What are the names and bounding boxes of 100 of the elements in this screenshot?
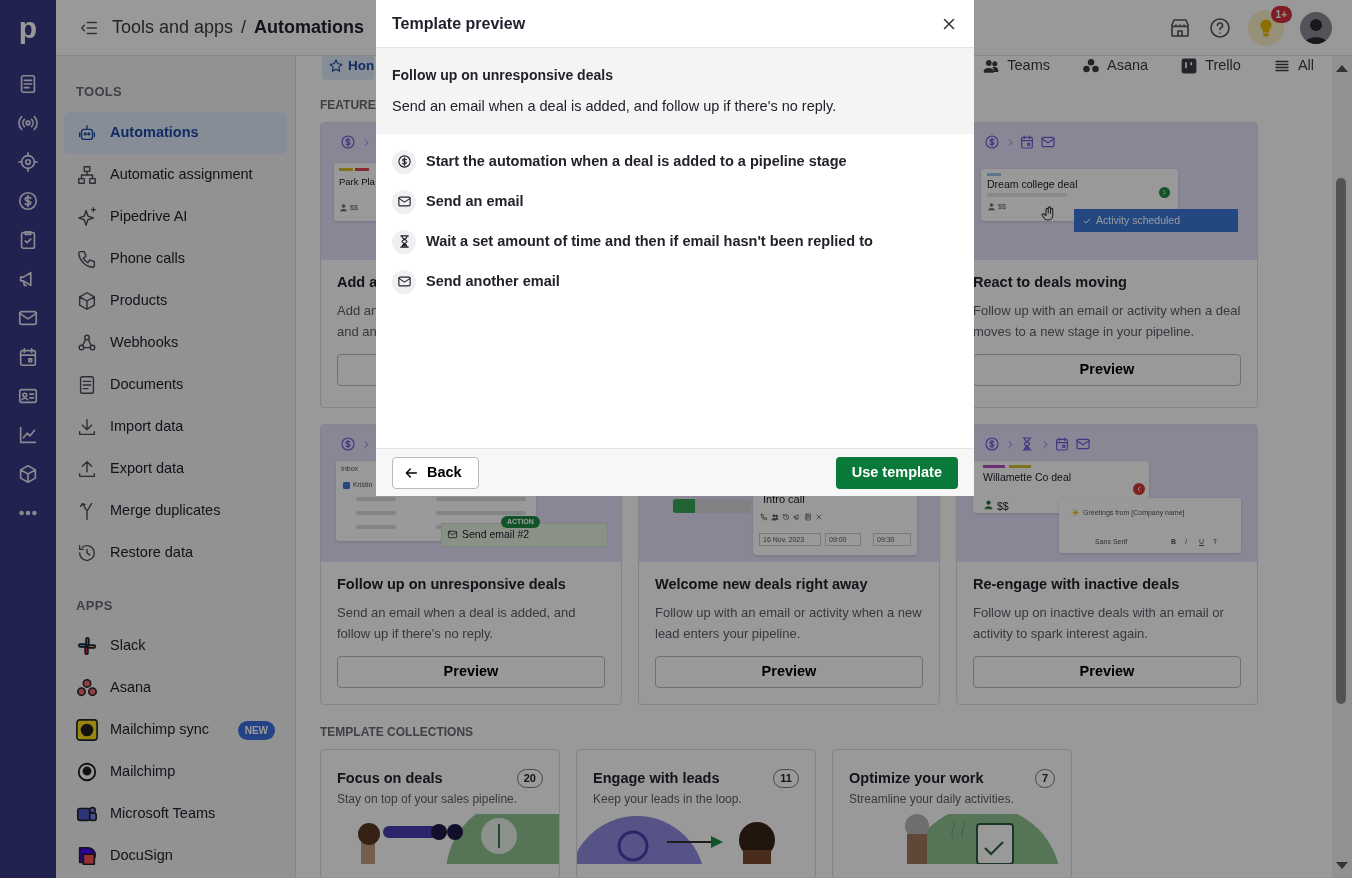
preview-button[interactable]: Preview: [973, 353, 1241, 386]
tab[interactable]: Hon: [322, 56, 375, 80]
tab[interactable]: Trello: [1172, 56, 1249, 80]
step-label: Send another email: [426, 271, 560, 291]
card-description: Follow up with an email or activity when a new lead enters your pipeline.: [655, 603, 923, 643]
section-title: APPS: [75, 596, 114, 615]
sidebar-item[interactable]: Phone calls: [64, 237, 287, 280]
collection-description: Streamline your daily activities.: [849, 791, 1015, 809]
card-title: Welcome new deals right away: [655, 574, 868, 594]
card-description: Send an email when a deal is added, and follow up if there's no reply.: [337, 603, 577, 643]
sidebar-item[interactable]: Webhooks: [64, 321, 287, 364]
card-description: and an: [337, 322, 377, 341]
help-icon[interactable]: [1208, 15, 1232, 40]
collection-card[interactable]: Engage with leads 11 Keep your leads in the loop.: [576, 748, 816, 878]
step-label: Start the automation when a deal is added to a pipeline stage: [426, 151, 847, 171]
board-icon: [1180, 57, 1199, 75]
sidebar-item[interactable]: Merge duplicates: [64, 489, 287, 532]
dollar-icon: [984, 435, 1000, 452]
box-icon[interactable]: [17, 463, 39, 485]
sidebar-item[interactable]: Mailchimp: [64, 751, 287, 793]
app-logo-icon: [76, 845, 98, 867]
clock-icon: [782, 512, 790, 521]
card-title: Follow up on unresponsive deals: [337, 574, 566, 594]
dollar-icon: [984, 134, 1000, 150]
section-title: FEATURE: [320, 97, 376, 114]
sidebar-item[interactable]: Restore data: [64, 531, 287, 574]
breadcrumb-link[interactable]: Tools and apps: [112, 14, 234, 41]
tab[interactable]: Asana: [1074, 56, 1157, 80]
modal-title: Template preview: [392, 13, 526, 34]
section-title: TEMPLATE COLLECTIONS: [320, 723, 474, 741]
section-title: TOOLS: [75, 83, 124, 101]
collection-card[interactable]: Focus on deals 20 Stay on top of your sales pipeline.: [320, 748, 560, 878]
close-icon: [815, 512, 823, 521]
flag-icon: [793, 512, 801, 521]
sidebar-item[interactable]: Slack: [64, 625, 287, 667]
dollar-icon: [392, 149, 416, 174]
collection-description: Stay on top of your sales pipeline.: [337, 791, 519, 809]
calendar-icon: [1054, 435, 1070, 452]
sidebar-item[interactable]: Mailchimp sync NEW: [64, 709, 287, 751]
card-description: Follow up on inactive deals with an email or activity to spark interest again.: [973, 603, 1225, 643]
preview-button[interactable]: Preview: [337, 655, 605, 688]
target-icon[interactable]: [17, 151, 39, 173]
sidebar-item[interactable]: Import data: [64, 405, 287, 448]
chart-icon[interactable]: [17, 424, 39, 446]
scrollbar[interactable]: [1332, 56, 1352, 878]
new-badge: NEW: [237, 720, 275, 740]
tab[interactable]: All: [1264, 56, 1322, 80]
back-button[interactable]: Back: [392, 456, 479, 489]
calendar-icon[interactable]: [17, 346, 39, 368]
tab[interactable]: Teams: [974, 56, 1058, 80]
notification-badge: 1+: [1270, 5, 1292, 23]
dollar-icon: [340, 435, 356, 452]
dots-icon: [1082, 57, 1100, 75]
step-label: Send an email: [426, 191, 524, 211]
box-icon: [76, 289, 98, 312]
sparkle-icon: [76, 205, 98, 228]
person-icon: [987, 202, 996, 211]
toast-text: Activity scheduled: [1096, 212, 1181, 228]
dollar-icon[interactable]: [17, 190, 39, 212]
person-icon: [339, 203, 348, 212]
preview-button[interactable]: Preview: [973, 655, 1241, 688]
sidebar-item[interactable]: Export data: [64, 447, 287, 490]
check-icon: [1082, 215, 1092, 226]
sidebar-item[interactable]: Automations: [64, 111, 287, 154]
sidebar-item[interactable]: Asana: [64, 667, 287, 709]
calendar-icon: [1019, 134, 1035, 150]
logo[interactable]: p: [0, 0, 56, 56]
avatar[interactable]: [1300, 11, 1332, 44]
card-title: Re-engage with inactive deals: [973, 574, 1180, 594]
phone-icon: [760, 512, 768, 521]
hierarchy-icon: [76, 163, 98, 186]
deal-title: Dream college deal: [987, 177, 1078, 192]
collection-title: Focus on deals: [337, 768, 443, 788]
collection-title: Engage with leads: [593, 768, 720, 788]
sidebar-item[interactable]: Automatic assignment: [64, 153, 287, 196]
people-icon: [771, 512, 779, 521]
mail-icon: [392, 269, 416, 294]
mail-icon: [392, 189, 416, 214]
sidebar-item[interactable]: Microsoft Teams: [64, 793, 287, 835]
activity-title: Intro call: [763, 491, 805, 507]
mail-icon: [447, 529, 458, 541]
sidebar-item[interactable]: Documents: [64, 363, 287, 406]
sidebar-item[interactable]: Pipedrive AI: [64, 195, 287, 238]
collection-card[interactable]: Optimize your work 7 Streamline your daily activities.: [832, 748, 1072, 878]
sidebar-item[interactable]: DocuSign: [64, 835, 287, 877]
app-logo-icon: [76, 761, 98, 783]
use-template-button[interactable]: Use template: [835, 456, 958, 489]
app-logo-icon: [76, 719, 98, 741]
sidebar-item[interactable]: Products: [64, 279, 287, 322]
collection-description: Keep your leads in the loop.: [593, 791, 743, 809]
deal-title: Park Pla: [339, 175, 375, 189]
step-label: Wait a set amount of time and then if email hasn't been replied to: [426, 231, 873, 251]
document-icon: [804, 512, 812, 521]
dollar-icon: [340, 134, 356, 150]
preview-button[interactable]: Preview: [655, 655, 923, 688]
app-logo-icon: [76, 677, 98, 699]
template-description: Send an email when a deal is added, and follow up if there's no reply.: [392, 97, 838, 116]
breadcrumb-separator: /: [241, 16, 247, 39]
collection-title: Optimize your work: [849, 768, 984, 788]
card-title: React to deals moving: [973, 273, 1127, 292]
